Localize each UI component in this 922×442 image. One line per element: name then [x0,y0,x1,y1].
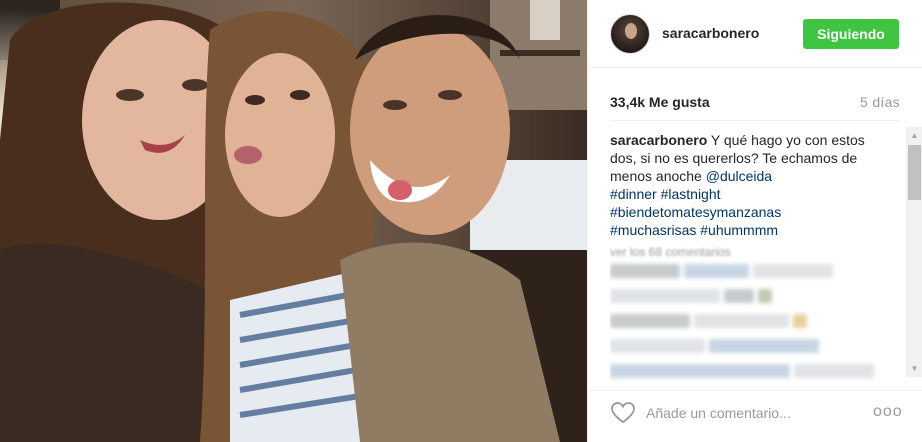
load-more-comments[interactable]: ver los 68 comentarios [610,245,910,257]
comments-list: saracarbonero Y qué hago yo con estos do… [610,127,910,387]
username-link[interactable]: saracarbonero [662,25,759,41]
avatar[interactable] [610,14,650,54]
caption-username[interactable]: saracarbonero [610,132,707,148]
comment-input[interactable] [646,401,846,425]
divider [610,120,900,121]
blurred-comment [610,314,910,332]
post-stats: 33,4k Me gusta 5 días [610,90,900,114]
scroll-down-arrow-icon[interactable]: ▼ [906,360,922,377]
likes-count[interactable]: 33,4k Me gusta [610,94,710,110]
comments-scrollbar[interactable]: ▲ ▼ [906,127,922,377]
caption: saracarbonero Y qué hago yo con estos do… [610,131,895,239]
post-photo[interactable] [0,0,587,442]
blurred-comment [610,364,910,382]
mention-link[interactable]: @dulceida [706,168,772,184]
post-footer: ooo [588,390,922,442]
blurred-comment [610,289,910,307]
scroll-up-arrow-icon[interactable]: ▲ [906,127,922,144]
following-button[interactable]: Siguiendo [803,19,899,49]
hashtags-line-3[interactable]: #muchasrisas #uhummmm [610,222,778,238]
blurred-comment [610,264,910,282]
post-sidebar: saracarbonero Siguiendo 33,4k Me gusta 5… [587,0,922,442]
like-heart-icon[interactable] [610,401,636,425]
photo-illustration [0,0,587,442]
blurred-comment [610,339,910,357]
post-header: saracarbonero Siguiendo [588,0,922,68]
scroll-thumb[interactable] [908,145,921,200]
post-time[interactable]: 5 días [860,94,900,110]
hashtags-line-2[interactable]: #biendetomatesymanzanas [610,204,781,220]
more-options-icon[interactable]: ooo [873,403,903,421]
hashtags-line-1[interactable]: #dinner #lastnight [610,186,721,202]
